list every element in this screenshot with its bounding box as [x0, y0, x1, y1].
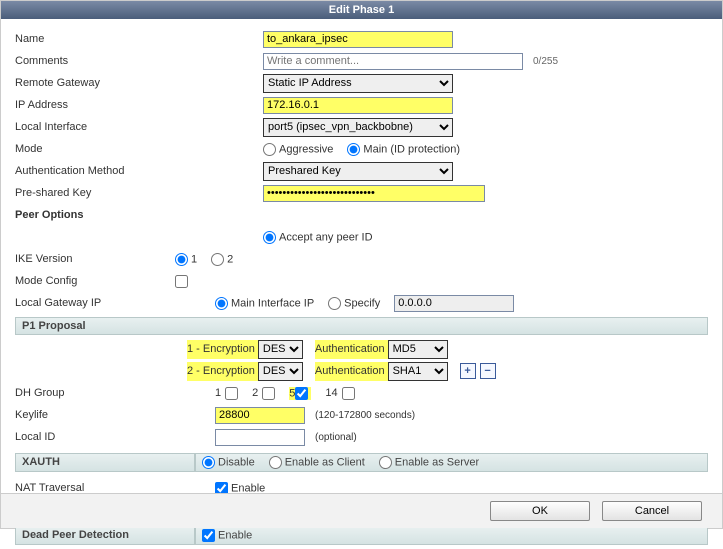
name-input[interactable]: [263, 31, 453, 48]
ip-address-input[interactable]: [263, 97, 453, 114]
comments-input[interactable]: [263, 53, 523, 70]
label-ike-version: IKE Version: [15, 253, 175, 265]
section-xauth: XAUTH: [15, 453, 195, 472]
mode-main-label: Main (ID protection): [363, 143, 460, 155]
label-ip-address: IP Address: [15, 99, 263, 111]
ok-button[interactable]: OK: [490, 501, 590, 521]
mode-main-radio[interactable]: [347, 143, 360, 156]
label-keylife: Keylife: [15, 409, 215, 421]
mode-aggressive-radio[interactable]: [263, 143, 276, 156]
label-local-gw-ip: Local Gateway IP: [15, 297, 215, 309]
label-peer-options: Peer Options: [15, 209, 263, 221]
dpd-enable-checkbox[interactable]: [202, 529, 215, 542]
dh1-label: 1: [215, 387, 221, 399]
local-id-hint: (optional): [315, 432, 357, 443]
dh1-checkbox[interactable]: [225, 387, 238, 400]
label-dh-group: DH Group: [15, 387, 215, 399]
xauth-server-label: Enable as Server: [395, 456, 479, 468]
ike-1-radio[interactable]: [175, 253, 188, 266]
edit-phase1-window: Edit Phase 1 Name Comments 0/255 Remote …: [0, 0, 723, 529]
xauth-client-label: Enable as Client: [285, 456, 365, 468]
main-iface-ip-radio[interactable]: [215, 297, 228, 310]
comments-counter: 0/255: [533, 56, 558, 67]
auth1-select[interactable]: MD5: [388, 340, 448, 359]
accept-any-peer-label: Accept any peer ID: [279, 231, 373, 243]
label-mode-config: Mode Config: [15, 275, 175, 287]
dpd-enable-label: Enable: [218, 529, 252, 541]
main-iface-ip-label: Main Interface IP: [231, 297, 314, 309]
label-remote-gateway: Remote Gateway: [15, 77, 263, 89]
ike-1-label: 1: [191, 253, 197, 265]
ike-2-label: 2: [227, 253, 233, 265]
xauth-disable-label: Disable: [218, 456, 255, 468]
auth-method-select[interactable]: Preshared Key: [263, 162, 453, 181]
xauth-client-radio[interactable]: [269, 456, 282, 469]
enc1-label: 1 - Encryption: [187, 343, 255, 355]
xauth-server-radio[interactable]: [379, 456, 392, 469]
mode-config-checkbox[interactable]: [175, 275, 188, 288]
enc1-select[interactable]: DES: [258, 340, 303, 359]
remote-gateway-select[interactable]: Static IP Address: [263, 74, 453, 93]
keylife-hint: (120-172800 seconds): [315, 410, 415, 421]
enc2-label: 2 - Encryption: [187, 365, 255, 377]
add-proposal-icon[interactable]: +: [460, 363, 476, 379]
ike-2-radio[interactable]: [211, 253, 224, 266]
label-psk: Pre-shared Key: [15, 187, 263, 199]
form-content: Name Comments 0/255 Remote Gateway Stati…: [1, 19, 722, 549]
specify-label: Specify: [344, 297, 380, 309]
dh2-checkbox[interactable]: [262, 387, 275, 400]
mode-aggressive-label: Aggressive: [279, 143, 333, 155]
label-mode: Mode: [15, 143, 263, 155]
dh2-label: 2: [252, 387, 258, 399]
label-comments: Comments: [15, 55, 263, 67]
dialog-footer: OK Cancel: [1, 493, 722, 528]
accept-any-peer-radio[interactable]: [263, 231, 276, 244]
enc2-select[interactable]: DES: [258, 362, 303, 381]
label-auth-method: Authentication Method: [15, 165, 263, 177]
cancel-button[interactable]: Cancel: [602, 501, 702, 521]
xauth-disable-radio[interactable]: [202, 456, 215, 469]
auth2-select[interactable]: SHA1: [388, 362, 448, 381]
remove-proposal-icon[interactable]: −: [480, 363, 496, 379]
auth1-label: Authentication: [315, 343, 385, 355]
dh14-label: 14: [325, 387, 337, 399]
local-interface-select[interactable]: port5 (ipsec_vpn_backbobne): [263, 118, 453, 137]
dh14-checkbox[interactable]: [342, 387, 355, 400]
label-name: Name: [15, 33, 263, 45]
psk-input[interactable]: [263, 185, 485, 202]
window-title: Edit Phase 1: [1, 1, 722, 19]
specify-ip-input[interactable]: [394, 295, 514, 312]
auth2-label: Authentication: [315, 365, 385, 377]
label-local-id: Local ID: [15, 431, 215, 443]
label-local-interface: Local Interface: [15, 121, 263, 133]
keylife-input[interactable]: [215, 407, 305, 424]
dh5-checkbox[interactable]: [295, 387, 308, 400]
specify-radio[interactable]: [328, 297, 341, 310]
section-p1-proposal: P1 Proposal: [15, 317, 708, 335]
local-id-input[interactable]: [215, 429, 305, 446]
